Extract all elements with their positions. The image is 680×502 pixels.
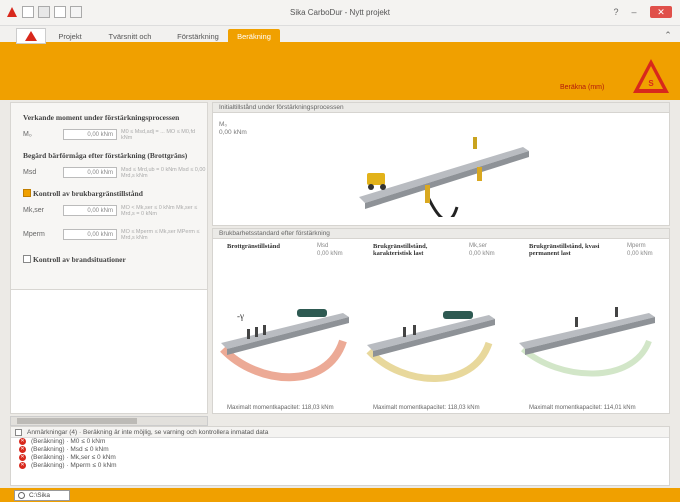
section1-title: Verkande moment under förstärkningsproce… [23,113,180,122]
notice-item: ✕ (Beräkning) · Mperm ≤ 0 kNm [19,462,117,469]
ultimate-state-illustration: -γ [220,309,349,382]
sika-mini-icon [25,31,37,41]
ribbon-link[interactable]: Beräkna (mm) [560,84,604,91]
collapse-ribbon-icon[interactable]: ⌃ [660,29,676,41]
print-icon[interactable] [70,6,82,18]
notice-item: ✕ (Beräkning) · Msd ≤ 0 kNm [19,446,109,453]
tab-forstarkning[interactable]: Förstärkning [172,29,224,44]
notices-panel: Anmärkningar (4) · Beräkning är inte möj… [10,426,670,486]
tab-bar: Projekt Tvärsnitt och belastning Förstär… [0,26,680,56]
msd-label: Msd [23,169,37,176]
app-logo-icon [7,7,17,17]
card3-title: Brukgränstillstånd, kvasi permanent last [529,243,600,257]
beam-construction-illustration [359,137,529,217]
mkser-input[interactable]: 0,00 kNm [63,205,117,216]
scrollbar-thumb[interactable] [17,418,137,424]
svg-text:S: S [648,79,654,88]
notice-item: ✕ (Beräkning) · M0 ≤ 0 kNm [19,438,106,445]
tab-tvarsnitt[interactable]: Tvärsnitt och belastning [92,29,168,56]
notice-item: ✕ (Beräkning) · Mk,ser ≤ 0 kNm [19,454,116,461]
save-icon[interactable] [54,6,66,18]
error-icon: ✕ [19,438,26,445]
m0-note: M0 ≤ Msd,adj = ... MO ≤ M0,fd kNm [121,129,196,141]
tab-logo[interactable] [16,28,46,44]
minimize-icon[interactable]: – [626,6,642,18]
card1-label: Msd [317,243,329,249]
ribbon: Beräkna (mm) S [0,44,680,100]
card1-moment: Maximalt momentkapacitet: 118,03 kNm [227,405,334,411]
mkser-row: Mk,ser 0,00 kNm MO < Mk,ser ≤ 0 kNm Mk,s… [23,205,207,217]
characteristic-state-illustration [366,311,495,382]
card3-value: 0,00 kNm [627,251,653,257]
mkser-note: MO < Mk,ser ≤ 0 kNm Mk,ser ≤ Mrd,s = 0 k… [121,205,198,217]
section2-title: Begärd bärförmåga efter förstärkning (Br… [23,151,188,160]
error-icon: ✕ [19,462,26,469]
fire-check-label: Kontroll av brandsituationer [33,255,126,264]
path-button[interactable]: C:\Sika [14,490,70,501]
card2-moment: Maximalt momentkapacitet: 118,03 kNm [373,405,480,411]
status-bar: C:\Sika [0,488,680,502]
card1-value: 0,00 kNm [317,251,343,257]
path-label: C:\Sika [29,492,50,499]
window-title: Sika CarboDur - Nytt projekt [289,8,391,17]
svg-text:-γ: -γ [237,311,244,321]
initial-state-panel: Initialtillstånd under förstärkningsproc… [212,102,670,226]
input-panel-empty-area [11,289,207,413]
mperm-label: Mperm [23,231,45,238]
error-icon: ✕ [19,454,26,461]
new-file-icon[interactable] [22,6,34,18]
notices-toggle-checkbox[interactable] [15,429,22,436]
mperm-note: MO ≤ Mperm ≤ Mk,ser MPerm ≤ Mrd,s kNm [121,229,200,241]
initial-m-value: 0,00 kNm [219,129,247,136]
capacity-panel: Brukbarhetsstandard efter förstärkning B… [212,228,670,414]
close-icon[interactable]: ✕ [650,6,672,18]
help-icon[interactable]: ? [608,6,624,18]
notices-header-text: Anmärkningar (4) · Beräkning är inte möj… [27,429,269,436]
horizontal-scrollbar[interactable] [10,416,208,426]
msd-row: Msd 0,00 kNm Msd ≤ Mrd,ub = 0 kNm Msd ≤ … [23,167,207,179]
mperm-row: Mperm 0,00 kNm MO ≤ Mperm ≤ Mk,ser MPerm… [23,229,207,241]
card2-value: 0,00 kNm [469,251,495,257]
tab-projekt[interactable]: Projekt [52,29,88,44]
input-panel: Verkande moment under förstärkningsproce… [10,102,208,414]
title-bar: Sika CarboDur - Nytt projekt ? – ✕ [0,0,680,26]
card2-label: Mk,ser [469,243,487,249]
quasi-permanent-state-illustration [519,307,655,377]
folder-icon [18,492,25,499]
card2-title: Brukgränstillstånd, karakteristisk last [373,243,428,257]
tab-berakning[interactable]: Beräkning [228,29,280,44]
initial-state-title: Initialtillstånd under förstärkningsproc… [213,103,669,113]
notices-header[interactable]: Anmärkningar (4) · Beräkning är inte möj… [11,427,669,438]
m0-input[interactable]: 0,00 kNm [63,129,117,140]
initial-m-label: M₀ [219,121,228,128]
open-file-icon[interactable] [38,6,50,18]
card3-moment: Maximalt momentkapacitet: 114,01 kNm [529,405,636,411]
msd-note: Msd ≤ Mrd,ub = 0 kNm Msd ≤ 0,00 Mrd,s kN… [121,167,206,179]
sika-logo-icon: S [633,59,669,93]
serviceability-check-label: Kontroll av brukbargränstillstånd [33,189,143,198]
msd-input[interactable]: 0,00 kNm [63,167,117,178]
fire-checkbox[interactable] [23,255,31,263]
card3-label: Mperm [627,243,646,249]
capacity-title: Brukbarhetsstandard efter förstärkning [213,229,669,239]
error-icon: ✕ [19,446,26,453]
m0-label: M₀ [23,131,32,138]
mperm-input[interactable]: 0,00 kNm [63,229,117,240]
serviceability-checkbox[interactable] [23,189,31,197]
m0-row: M₀ 0,00 kNm M0 ≤ Msd,adj = ... MO ≤ M0,f… [23,129,207,141]
mkser-label: Mk,ser [23,207,44,214]
card1-title: Brottgränstillstånd [227,243,280,250]
